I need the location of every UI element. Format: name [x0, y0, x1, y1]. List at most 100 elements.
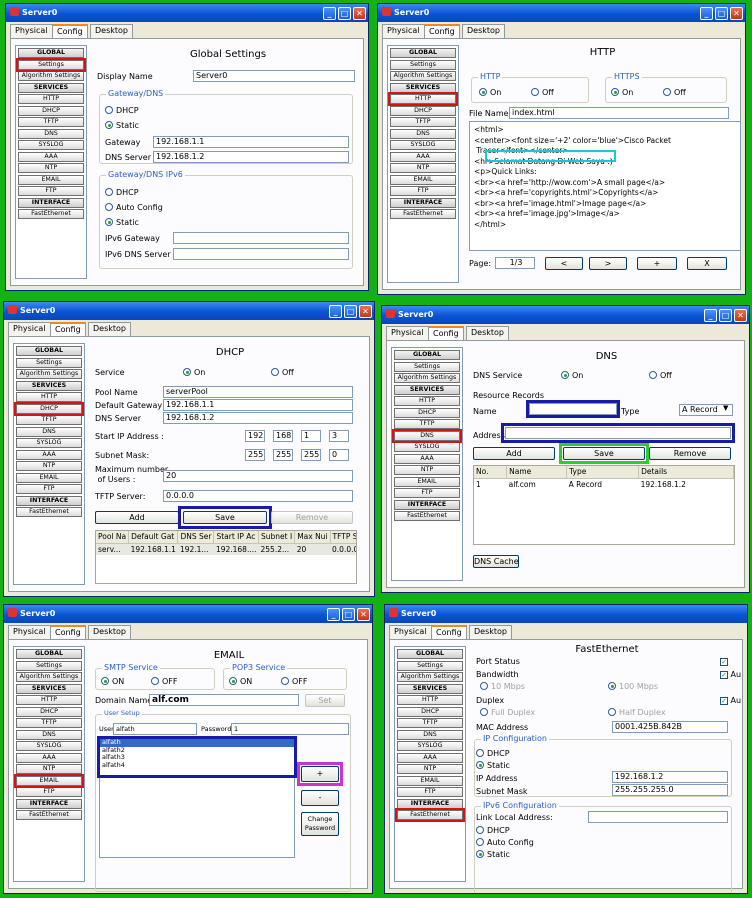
sidebar-item-item[interactable]: Settings: [16, 660, 82, 671]
v6-dhcp-radio[interactable]: DHCP: [105, 188, 139, 197]
half-duplex-radio[interactable]: Half Duplex: [608, 708, 666, 717]
sidebar-item-item[interactable]: AAA: [394, 453, 460, 464]
sidebar-item-item[interactable]: HTTP: [18, 94, 84, 104]
close-button[interactable]: ✕: [359, 305, 372, 318]
sidebar-item-item[interactable]: FTP: [18, 186, 84, 196]
records-table[interactable]: No. Name Type Details 1 alf.com A Record 192.16…: [473, 465, 735, 545]
v6-auto-radio[interactable]: Auto Config: [105, 203, 163, 212]
sidebar-item-item[interactable]: SYSLOG: [16, 741, 82, 751]
sidebar-item-item[interactable]: NTP: [397, 764, 463, 774]
ipv6-gateway-input[interactable]: [173, 232, 349, 244]
close-button[interactable]: ✕: [730, 7, 743, 20]
add-page-button[interactable]: +: [637, 257, 677, 270]
tab-desktop[interactable]: Desktop: [462, 24, 505, 38]
dns-off-radio[interactable]: Off: [649, 371, 672, 380]
table-row[interactable]: serv... 192.168.1.1 192.1... 192.168.... 255…: [96, 543, 356, 555]
sidebar-item-item[interactable]: SYSLOG: [394, 442, 460, 452]
tab-config[interactable]: Config: [50, 322, 86, 337]
sidebar-item-item[interactable]: DHCP: [394, 407, 460, 418]
dhcp-radio[interactable]: DHCP: [105, 106, 139, 115]
sidebar-item-item[interactable]: AAA: [16, 449, 82, 460]
mask-octet-4[interactable]: 0: [329, 449, 349, 461]
sidebar-item-item[interactable]: NTP: [394, 465, 460, 475]
sidebar-item-item[interactable]: TFTP: [18, 117, 84, 127]
sidebar-item-item[interactable]: NTP: [16, 764, 82, 774]
https-off-radio[interactable]: Off: [663, 88, 686, 97]
sidebar-item-item[interactable]: SYSLOG: [18, 140, 84, 150]
dns-server-input[interactable]: 192.168.1.2: [163, 412, 353, 424]
mask-octet-3[interactable]: 255: [301, 449, 321, 461]
subnet-mask-input[interactable]: 255.255.255.0: [612, 784, 728, 796]
close-button[interactable]: ✕: [357, 608, 370, 621]
ip-static-radio[interactable]: Static: [476, 761, 510, 770]
sidebar-item-item[interactable]: FTP: [390, 186, 456, 196]
sidebar-item-item[interactable]: HTTP: [394, 396, 460, 406]
html-editor[interactable]: <html> <center><font size='+2' color='blu…: [469, 121, 741, 251]
pop3-off-radio[interactable]: OFF: [281, 677, 308, 686]
tab-physical[interactable]: Physical: [8, 625, 51, 639]
tab-config[interactable]: Config: [424, 24, 460, 39]
tftp-server-input[interactable]: 0.0.0.0: [163, 490, 353, 502]
sidebar-item-item[interactable]: DHCP: [16, 706, 82, 717]
sidebar-item-item[interactable]: EMAIL: [18, 174, 84, 185]
sidebar-item-item[interactable]: HTTP: [16, 695, 82, 705]
minimize-button[interactable]: _: [329, 305, 342, 318]
http-off-radio[interactable]: Off: [531, 88, 554, 97]
pool-name-input[interactable]: serverPool: [163, 386, 353, 398]
start-ip-octet-1[interactable]: 192: [245, 430, 265, 442]
mask-octet-2[interactable]: 255: [273, 449, 293, 461]
sidebar-item-item[interactable]: Settings: [397, 660, 463, 671]
sidebar-item-item[interactable]: FTP: [16, 787, 82, 797]
start-ip-octet-3[interactable]: 1: [301, 430, 321, 442]
tab-desktop[interactable]: Desktop: [466, 326, 509, 340]
sidebar-item-fastethernet[interactable]: FastEthernet: [16, 810, 82, 820]
delete-page-button[interactable]: X: [687, 257, 727, 270]
sidebar-item-item[interactable]: NTP: [390, 163, 456, 173]
smtp-on-radio[interactable]: ON: [101, 677, 124, 686]
minimize-button[interactable]: _: [700, 7, 713, 20]
sidebar-item-item[interactable]: AAA: [18, 151, 84, 162]
start-ip-octet-2[interactable]: 168: [273, 430, 293, 442]
display-name-input[interactable]: Server0: [193, 70, 355, 82]
sidebar-item-item[interactable]: HTTP: [388, 92, 458, 106]
tab-config[interactable]: Config: [50, 625, 86, 640]
table-row[interactable]: 1 alf.com A Record 192.168.1.2: [474, 478, 734, 490]
sidebar-item-item[interactable]: EMAIL: [390, 174, 456, 185]
add-button[interactable]: Add: [95, 511, 179, 524]
minimize-button[interactable]: _: [704, 309, 717, 322]
minimize-button[interactable]: _: [327, 608, 340, 621]
tab-physical[interactable]: Physical: [386, 326, 429, 340]
dns-cache-button[interactable]: DNS Cache: [473, 555, 519, 568]
tab-desktop[interactable]: Desktop: [88, 625, 131, 639]
sidebar-item-item[interactable]: FTP: [394, 488, 460, 498]
sidebar-item-item[interactable]: TFTP: [16, 718, 82, 728]
sidebar-item-item[interactable]: DNS: [397, 729, 463, 740]
password-input[interactable]: 1: [231, 723, 349, 735]
tab-physical[interactable]: Physical: [8, 322, 51, 336]
sidebar-item-item[interactable]: DHCP: [390, 105, 456, 116]
sidebar-item-fastethernet[interactable]: FastEthernet: [390, 209, 456, 219]
sidebar-item-item[interactable]: SYSLOG: [390, 140, 456, 150]
set-button[interactable]: Set: [305, 694, 345, 707]
sidebar-item-item[interactable]: EMAIL: [14, 773, 84, 788]
duplex-auto-checkbox[interactable]: ✓ Au: [720, 696, 741, 705]
port-status-checkbox[interactable]: ✓: [720, 657, 728, 666]
service-off-radio[interactable]: Off: [271, 368, 294, 377]
v6-auto-radio[interactable]: Auto Config: [476, 838, 534, 847]
tab-physical[interactable]: Physical: [389, 625, 432, 639]
static-radio[interactable]: Static: [105, 121, 139, 130]
start-ip-octet-4[interactable]: 3: [329, 430, 349, 442]
sidebar-item-item[interactable]: DNS: [392, 428, 462, 443]
sidebar-item-item[interactable]: DHCP: [397, 706, 463, 717]
prev-page-button[interactable]: <: [545, 257, 583, 270]
close-button[interactable]: ✕: [734, 309, 747, 322]
sidebar-item-item[interactable]: FTP: [397, 787, 463, 797]
remove-button[interactable]: Remove: [271, 511, 353, 524]
maximize-button[interactable]: □: [338, 7, 351, 20]
sidebar-item-fastethernet[interactable]: FastEthernet: [16, 507, 82, 517]
change-password-button[interactable]: Change Password: [301, 812, 339, 836]
sidebar-item-item[interactable]: Settings: [394, 361, 460, 372]
gateway-input[interactable]: 192.168.1.1: [153, 136, 349, 148]
tab-desktop[interactable]: Desktop: [90, 24, 133, 38]
sidebar-item-item[interactable]: DNS: [390, 128, 456, 139]
